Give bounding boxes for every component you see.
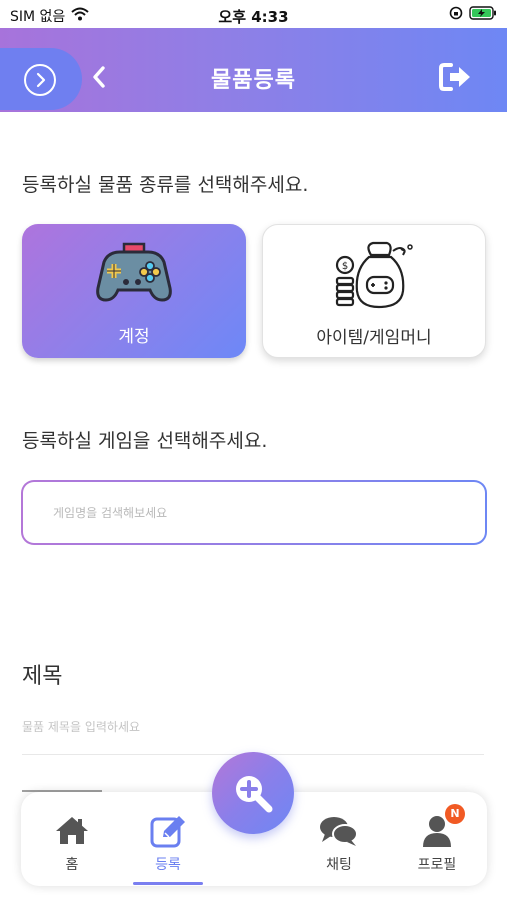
tab-label-register: 등록 [155, 857, 181, 873]
game-prompt: 등록하실 게임을 선택해주세요. [22, 430, 268, 452]
svg-text:$: $ [342, 261, 348, 272]
category-prompt: 등록하실 물품 종류를 선택해주세요. [22, 174, 309, 196]
sign-out-icon [439, 63, 470, 91]
edit-icon [133, 814, 203, 848]
logout-button[interactable] [439, 62, 473, 92]
tab-label-home: 홈 [65, 857, 79, 873]
money-bag-gamepad-icon: $ [263, 239, 485, 315]
category-options: 계정 $ 아이템/게임머니 [22, 224, 486, 360]
search-plus-icon [236, 776, 273, 813]
notification-badge: N [445, 804, 465, 824]
status-bar: SIM 없음 오후 4:33 [0, 0, 507, 28]
game-search-box [21, 480, 487, 545]
page-title: 물품등록 [211, 68, 296, 93]
chat-icon [304, 814, 374, 848]
search-plus-button[interactable] [212, 752, 294, 834]
orientation-lock-icon [449, 5, 463, 24]
category-label-account: 계정 [118, 327, 150, 347]
tab-label-profile: 프로필 [417, 857, 457, 873]
game-search-input[interactable] [53, 482, 453, 543]
tab-profile[interactable]: N 프로필 [402, 792, 472, 886]
home-icon [37, 814, 107, 848]
category-option-item-money[interactable]: $ 아이템/게임머니 [262, 224, 486, 358]
battery-icon [469, 5, 497, 24]
active-tab-indicator [133, 882, 203, 885]
status-time: 오후 4:33 [218, 8, 289, 26]
gamepad-icon [22, 238, 246, 314]
tab-home[interactable]: 홈 [37, 792, 107, 886]
title-field-label: 제목 [22, 664, 63, 689]
category-option-account[interactable]: 계정 [22, 224, 246, 358]
app-header: 물품등록 [0, 28, 507, 112]
tab-label-chat: 채팅 [326, 857, 352, 873]
tab-register[interactable]: 등록 [133, 792, 203, 886]
category-label-item-money: 아이템/게임머니 [316, 328, 432, 348]
tab-chat[interactable]: 채팅 [304, 792, 374, 886]
title-input[interactable] [22, 712, 484, 742]
